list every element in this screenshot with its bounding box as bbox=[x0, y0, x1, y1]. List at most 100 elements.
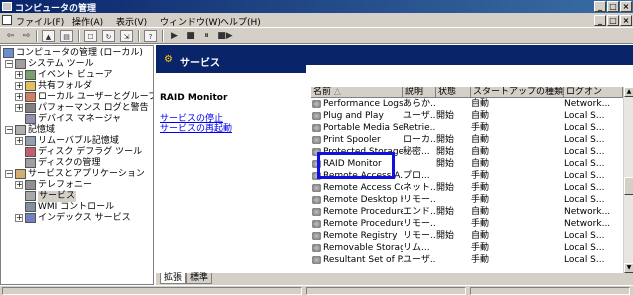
pane-header: ⚙ サービス bbox=[156, 45, 633, 73]
cell-logon-text: Network... bbox=[564, 99, 611, 109]
cell-status-text: 開始 bbox=[436, 135, 455, 145]
scroll-thumb[interactable] bbox=[624, 177, 633, 195]
table-row[interactable]: Remote Access Co...ネット...開始 手動 Local S... bbox=[311, 182, 623, 194]
expand-icon[interactable]: + bbox=[15, 71, 23, 79]
table-row[interactable]: Resultant Set of P... ユーザ... 手動 Local S... bbox=[311, 254, 623, 266]
cell-logon: Local S... bbox=[564, 254, 623, 266]
cell-startup-type-text: 手動 bbox=[471, 171, 490, 181]
tree-item-performance-logs[interactable]: + パフォーマンス ログと警告 bbox=[15, 103, 153, 114]
expand-icon[interactable]: + bbox=[15, 137, 23, 145]
cell-logon-text: Local S... bbox=[564, 231, 605, 241]
cell-description-text: ネット... bbox=[403, 183, 436, 193]
table-row[interactable]: Performance Logs ...あらか... 自動 Network... bbox=[311, 98, 623, 110]
table-row[interactable]: Remote Procedure ...リモー... 手動 Network... bbox=[311, 218, 623, 230]
scroll-down-icon[interactable]: ▼ bbox=[624, 263, 633, 273]
cell-name: Remote Registry bbox=[311, 230, 403, 242]
tree-item-telephony[interactable]: + テレフォニー bbox=[15, 180, 153, 191]
cell-startup-type-text: 自動 bbox=[471, 159, 490, 169]
table-row[interactable]: Removable Storage リム... 手動 Local S... bbox=[311, 242, 623, 254]
column-name[interactable]: 名前 △ bbox=[311, 87, 403, 98]
status-pane bbox=[470, 287, 630, 295]
expand-icon[interactable]: + bbox=[15, 93, 23, 101]
collapse-icon[interactable]: − bbox=[5, 170, 13, 178]
expand-icon[interactable]: + bbox=[15, 181, 23, 189]
cell-startup-type-text: 手動 bbox=[471, 255, 490, 265]
tree-item-storage[interactable]: − 記憶域 bbox=[5, 125, 153, 136]
mdi-restore-button[interactable]: □ bbox=[607, 15, 619, 26]
tree-item-shared-folders[interactable]: + 共有フォルダ bbox=[15, 81, 153, 92]
cell-startup-type-text: 手動 bbox=[471, 123, 490, 133]
cell-startup-type-text: 自動 bbox=[471, 111, 490, 121]
close-button[interactable]: × bbox=[620, 1, 632, 12]
scroll-up-icon[interactable]: ▲ bbox=[624, 87, 633, 97]
table-row[interactable]: Plug and Play ユーザ... 開始 自動 Local S... bbox=[311, 110, 623, 122]
tree-item-removable-storage[interactable]: + リムーバブル記憶域 bbox=[15, 136, 153, 147]
removable-storage-icon bbox=[25, 136, 36, 146]
back-icon[interactable]: ⇦ bbox=[4, 30, 17, 42]
tree-item-disk-management[interactable]: ディスクの管理 bbox=[25, 158, 153, 169]
cell-logon-text: Local S... bbox=[564, 147, 605, 157]
cell-description-text: プロ... bbox=[403, 171, 430, 181]
tree-item-services-and-applications[interactable]: − サービスとアプリケーション bbox=[5, 169, 153, 180]
service-gear-icon bbox=[312, 136, 321, 144]
cell-startup-type: 手動 bbox=[471, 182, 564, 194]
export-list-icon[interactable]: ⇲ bbox=[120, 30, 133, 42]
disk-management-icon bbox=[25, 158, 36, 168]
document-menu-icon[interactable] bbox=[2, 15, 12, 25]
mdi-close-button[interactable]: × bbox=[620, 15, 632, 26]
computer-management-icon bbox=[2, 2, 12, 11]
cell-name: Remote Desktop H... bbox=[311, 194, 403, 206]
tree-item-local-users[interactable]: + ローカル ユーザーとグループ bbox=[15, 92, 153, 103]
vertical-scrollbar[interactable]: ▲ ▼ bbox=[623, 87, 633, 273]
table-row[interactable]: Portable Media Seri...Retrie... 手動 Local S… bbox=[311, 122, 623, 134]
forward-icon[interactable]: ⇨ bbox=[20, 30, 33, 42]
cell-logon: Local S... bbox=[564, 110, 623, 122]
service-gear-icon bbox=[312, 100, 321, 108]
collapse-icon[interactable]: − bbox=[5, 60, 13, 68]
tree-item-wmi-control[interactable]: WMI コントロール bbox=[25, 202, 153, 213]
cell-name-text: Plug and Play bbox=[323, 111, 384, 121]
start-service-icon[interactable]: ▶ bbox=[168, 30, 181, 42]
cell-description-text: リモー... bbox=[403, 219, 436, 229]
help-icon[interactable]: ? bbox=[144, 30, 157, 42]
table-row[interactable]: Remote Registry リモー... 開始 自動 Local S... bbox=[311, 230, 623, 242]
properties-icon[interactable]: ☐ bbox=[84, 30, 97, 42]
expand-icon[interactable]: + bbox=[15, 82, 23, 90]
cell-startup-type-text: 自動 bbox=[471, 147, 490, 157]
mdi-minimize-button[interactable]: _ bbox=[594, 15, 606, 26]
show-tree-icon[interactable]: ▤ bbox=[60, 30, 73, 42]
minimize-button[interactable]: _ bbox=[594, 1, 606, 12]
tree-item-disk-defrag[interactable]: ディスク デフラグ ツール bbox=[25, 147, 153, 158]
tree-item-computer-management[interactable]: コンピュータの管理 (ローカル) bbox=[3, 48, 153, 59]
expand-icon[interactable]: + bbox=[15, 214, 23, 222]
restore-button[interactable]: □ bbox=[607, 1, 619, 12]
restart-service-link[interactable]: サービスの再起動 bbox=[160, 121, 232, 134]
table-row[interactable]: Remote Procedure ...エンド...開始 自動 Network... bbox=[311, 206, 623, 218]
column-startup-type[interactable]: スタートアップの種類 bbox=[471, 87, 564, 98]
column-logon[interactable]: ログオン bbox=[564, 87, 623, 98]
collapse-icon[interactable]: − bbox=[5, 126, 13, 134]
cell-name: Resultant Set of P... bbox=[311, 254, 403, 266]
cell-logon: Local S... bbox=[564, 182, 623, 194]
expand-icon[interactable]: + bbox=[15, 104, 23, 112]
cell-logon-text: Local S... bbox=[564, 159, 605, 169]
pause-service-icon[interactable]: ⏸ bbox=[200, 30, 213, 42]
stop-service-icon[interactable]: ■ bbox=[184, 30, 197, 42]
tree-item-services[interactable]: サービス bbox=[25, 191, 153, 202]
cell-name: Plug and Play bbox=[311, 110, 403, 122]
tree-item-event-viewer[interactable]: + イベント ビューア bbox=[15, 70, 153, 81]
table-row[interactable]: Remote Desktop H...リモー... 手動 Local S... bbox=[311, 194, 623, 206]
service-gear-icon bbox=[312, 244, 321, 252]
refresh-icon[interactable]: ↻ bbox=[102, 30, 115, 42]
column-status[interactable]: 状態 bbox=[436, 87, 471, 98]
tab-standard[interactable]: 標準 bbox=[186, 273, 213, 284]
table-row[interactable]: Print Spooler ローカ... 開始 自動 Local S... bbox=[311, 134, 623, 146]
tree-item-indexing-service[interactable]: + インデックス サービス bbox=[15, 213, 153, 224]
restart-service-icon[interactable]: ■▶ bbox=[216, 30, 234, 42]
column-description[interactable]: 説明 bbox=[403, 87, 436, 98]
tab-extended[interactable]: 拡張 bbox=[160, 273, 187, 284]
up-level-icon[interactable]: ▲ bbox=[42, 30, 55, 42]
cell-description-text: ローカ... bbox=[403, 135, 436, 145]
tree-item-system-tools[interactable]: − システム ツール bbox=[5, 59, 153, 70]
tree-item-device-manager[interactable]: デバイス マネージャ bbox=[25, 114, 153, 125]
